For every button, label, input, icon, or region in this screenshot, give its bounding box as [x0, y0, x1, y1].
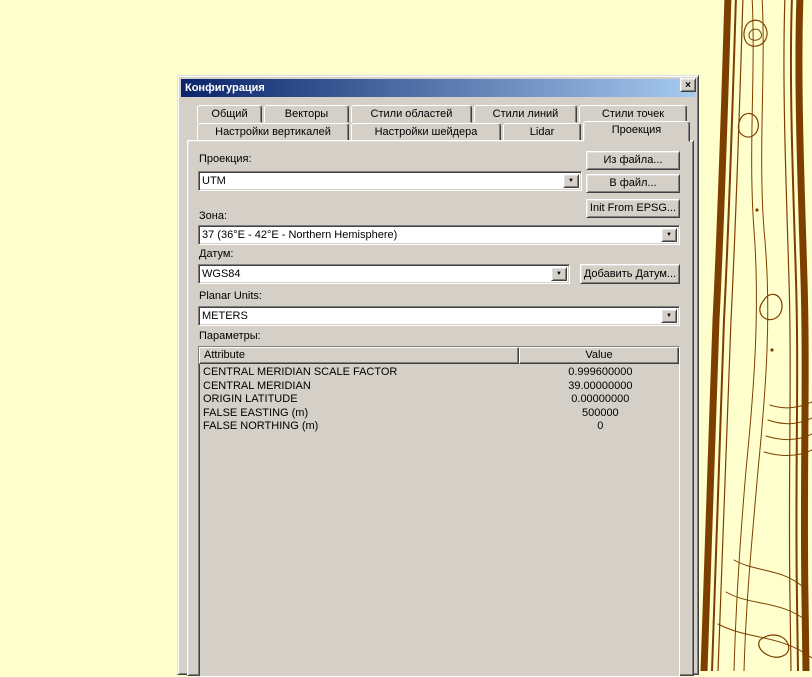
contour-map-icon	[700, 0, 812, 671]
projection-combobox[interactable]: UTM ▼	[198, 171, 582, 191]
column-header-value[interactable]: Value	[519, 347, 679, 364]
to-file-button[interactable]: В файл...	[586, 174, 680, 193]
tab-stili-oblastey[interactable]: Стили областей	[351, 105, 472, 123]
zone-value: 37 (36°E - 42°E - Northern Hemisphere)	[202, 229, 398, 241]
tab-nastroyki-sheydera[interactable]: Настройки шейдера	[351, 123, 501, 141]
planar-units-value: METERS	[202, 310, 248, 322]
zone-label: Зона:	[199, 210, 228, 222]
chevron-down-icon: ▼	[556, 271, 562, 277]
attribute-cell: FALSE NORTHING (m)	[203, 420, 319, 432]
close-icon: ×	[685, 79, 691, 91]
chevron-down-icon: ▼	[568, 178, 574, 184]
projection-value: UTM	[202, 175, 226, 187]
planar-units-label: Planar Units:	[199, 290, 262, 302]
parameters-table-header: Attribute Value	[199, 347, 679, 364]
attribute-cell: CENTRAL MERIDIAN SCALE FACTOR	[203, 366, 398, 378]
tab-vektory[interactable]: Векторы	[264, 105, 349, 123]
parameters-table: Attribute Value CENTRAL MERIDIAN SCALE F…	[198, 346, 680, 677]
application-window: { "window": { "title": "Конфигурация" },…	[0, 0, 812, 677]
dialog-titlebar[interactable]: Конфигурация	[181, 79, 695, 97]
table-row[interactable]: CENTRAL MERIDIAN SCALE FACTOR 0.99960000…	[199, 366, 679, 380]
value-cell: 39.00000000	[568, 379, 633, 392]
attribute-cell: FALSE EASTING (m)	[203, 406, 309, 419]
chevron-down-icon: ▼	[666, 313, 672, 319]
value-cell: 500000	[581, 406, 619, 419]
map-view[interactable]	[700, 0, 812, 671]
zone-combobox[interactable]: 37 (36°E - 42°E - Northern Hemisphere) ▼	[198, 225, 680, 245]
datum-combobox[interactable]: WGS84 ▼	[198, 264, 570, 284]
close-button[interactable]: ×	[680, 78, 696, 92]
table-row[interactable]: FALSE EASTING (m) 500000	[199, 407, 679, 421]
table-row[interactable]: ORIGIN LATITUDE 0.00000000	[199, 393, 679, 407]
zone-dropdown-arrow[interactable]: ▼	[661, 228, 677, 242]
planar-units-dropdown-arrow[interactable]: ▼	[661, 309, 677, 323]
parameters-table-body: CENTRAL MERIDIAN SCALE FACTOR 0.99960000…	[199, 364, 679, 434]
value-cell: 0.00000000	[571, 393, 630, 405]
chevron-down-icon: ▼	[666, 232, 672, 238]
tab-stili-liniy[interactable]: Стили линий	[474, 105, 577, 123]
from-file-button[interactable]: Из файла...	[586, 151, 680, 170]
init-from-epsg-button[interactable]: Init From EPSG...	[586, 199, 680, 218]
add-datum-button[interactable]: Добавить Датум...	[580, 264, 680, 284]
datum-label: Датум:	[199, 248, 234, 260]
config-dialog: Конфигурация × Общий Векторы Стили облас…	[177, 75, 699, 677]
tab-obshchiy[interactable]: Общий	[197, 105, 262, 123]
attribute-cell: ORIGIN LATITUDE	[203, 393, 298, 405]
value-cell: 0	[597, 420, 604, 432]
dialog-title: Конфигурация	[185, 82, 265, 94]
tab-lidar[interactable]: Lidar	[503, 123, 581, 141]
column-header-attribute[interactable]: Attribute	[199, 347, 519, 364]
projection-tab-page: Проекция: UTM ▼ Из файла... В файл... In…	[187, 140, 694, 677]
table-row[interactable]: FALSE NORTHING (m) 0	[199, 420, 679, 434]
projection-dropdown-arrow[interactable]: ▼	[563, 174, 579, 188]
tab-nastroyki-vertikaley[interactable]: Настройки вертикалей	[197, 123, 349, 141]
attribute-cell: CENTRAL MERIDIAN	[203, 379, 311, 392]
datum-dropdown-arrow[interactable]: ▼	[551, 267, 567, 281]
parameters-label: Параметры:	[199, 330, 261, 342]
planar-units-combobox[interactable]: METERS ▼	[198, 306, 680, 326]
projection-label: Проекция:	[199, 153, 252, 165]
table-row[interactable]: CENTRAL MERIDIAN 39.00000000	[199, 380, 679, 394]
tab-proekciya[interactable]: Проекция	[583, 121, 690, 142]
datum-value: WGS84	[202, 268, 241, 280]
value-cell: 0.999600000	[568, 366, 633, 378]
